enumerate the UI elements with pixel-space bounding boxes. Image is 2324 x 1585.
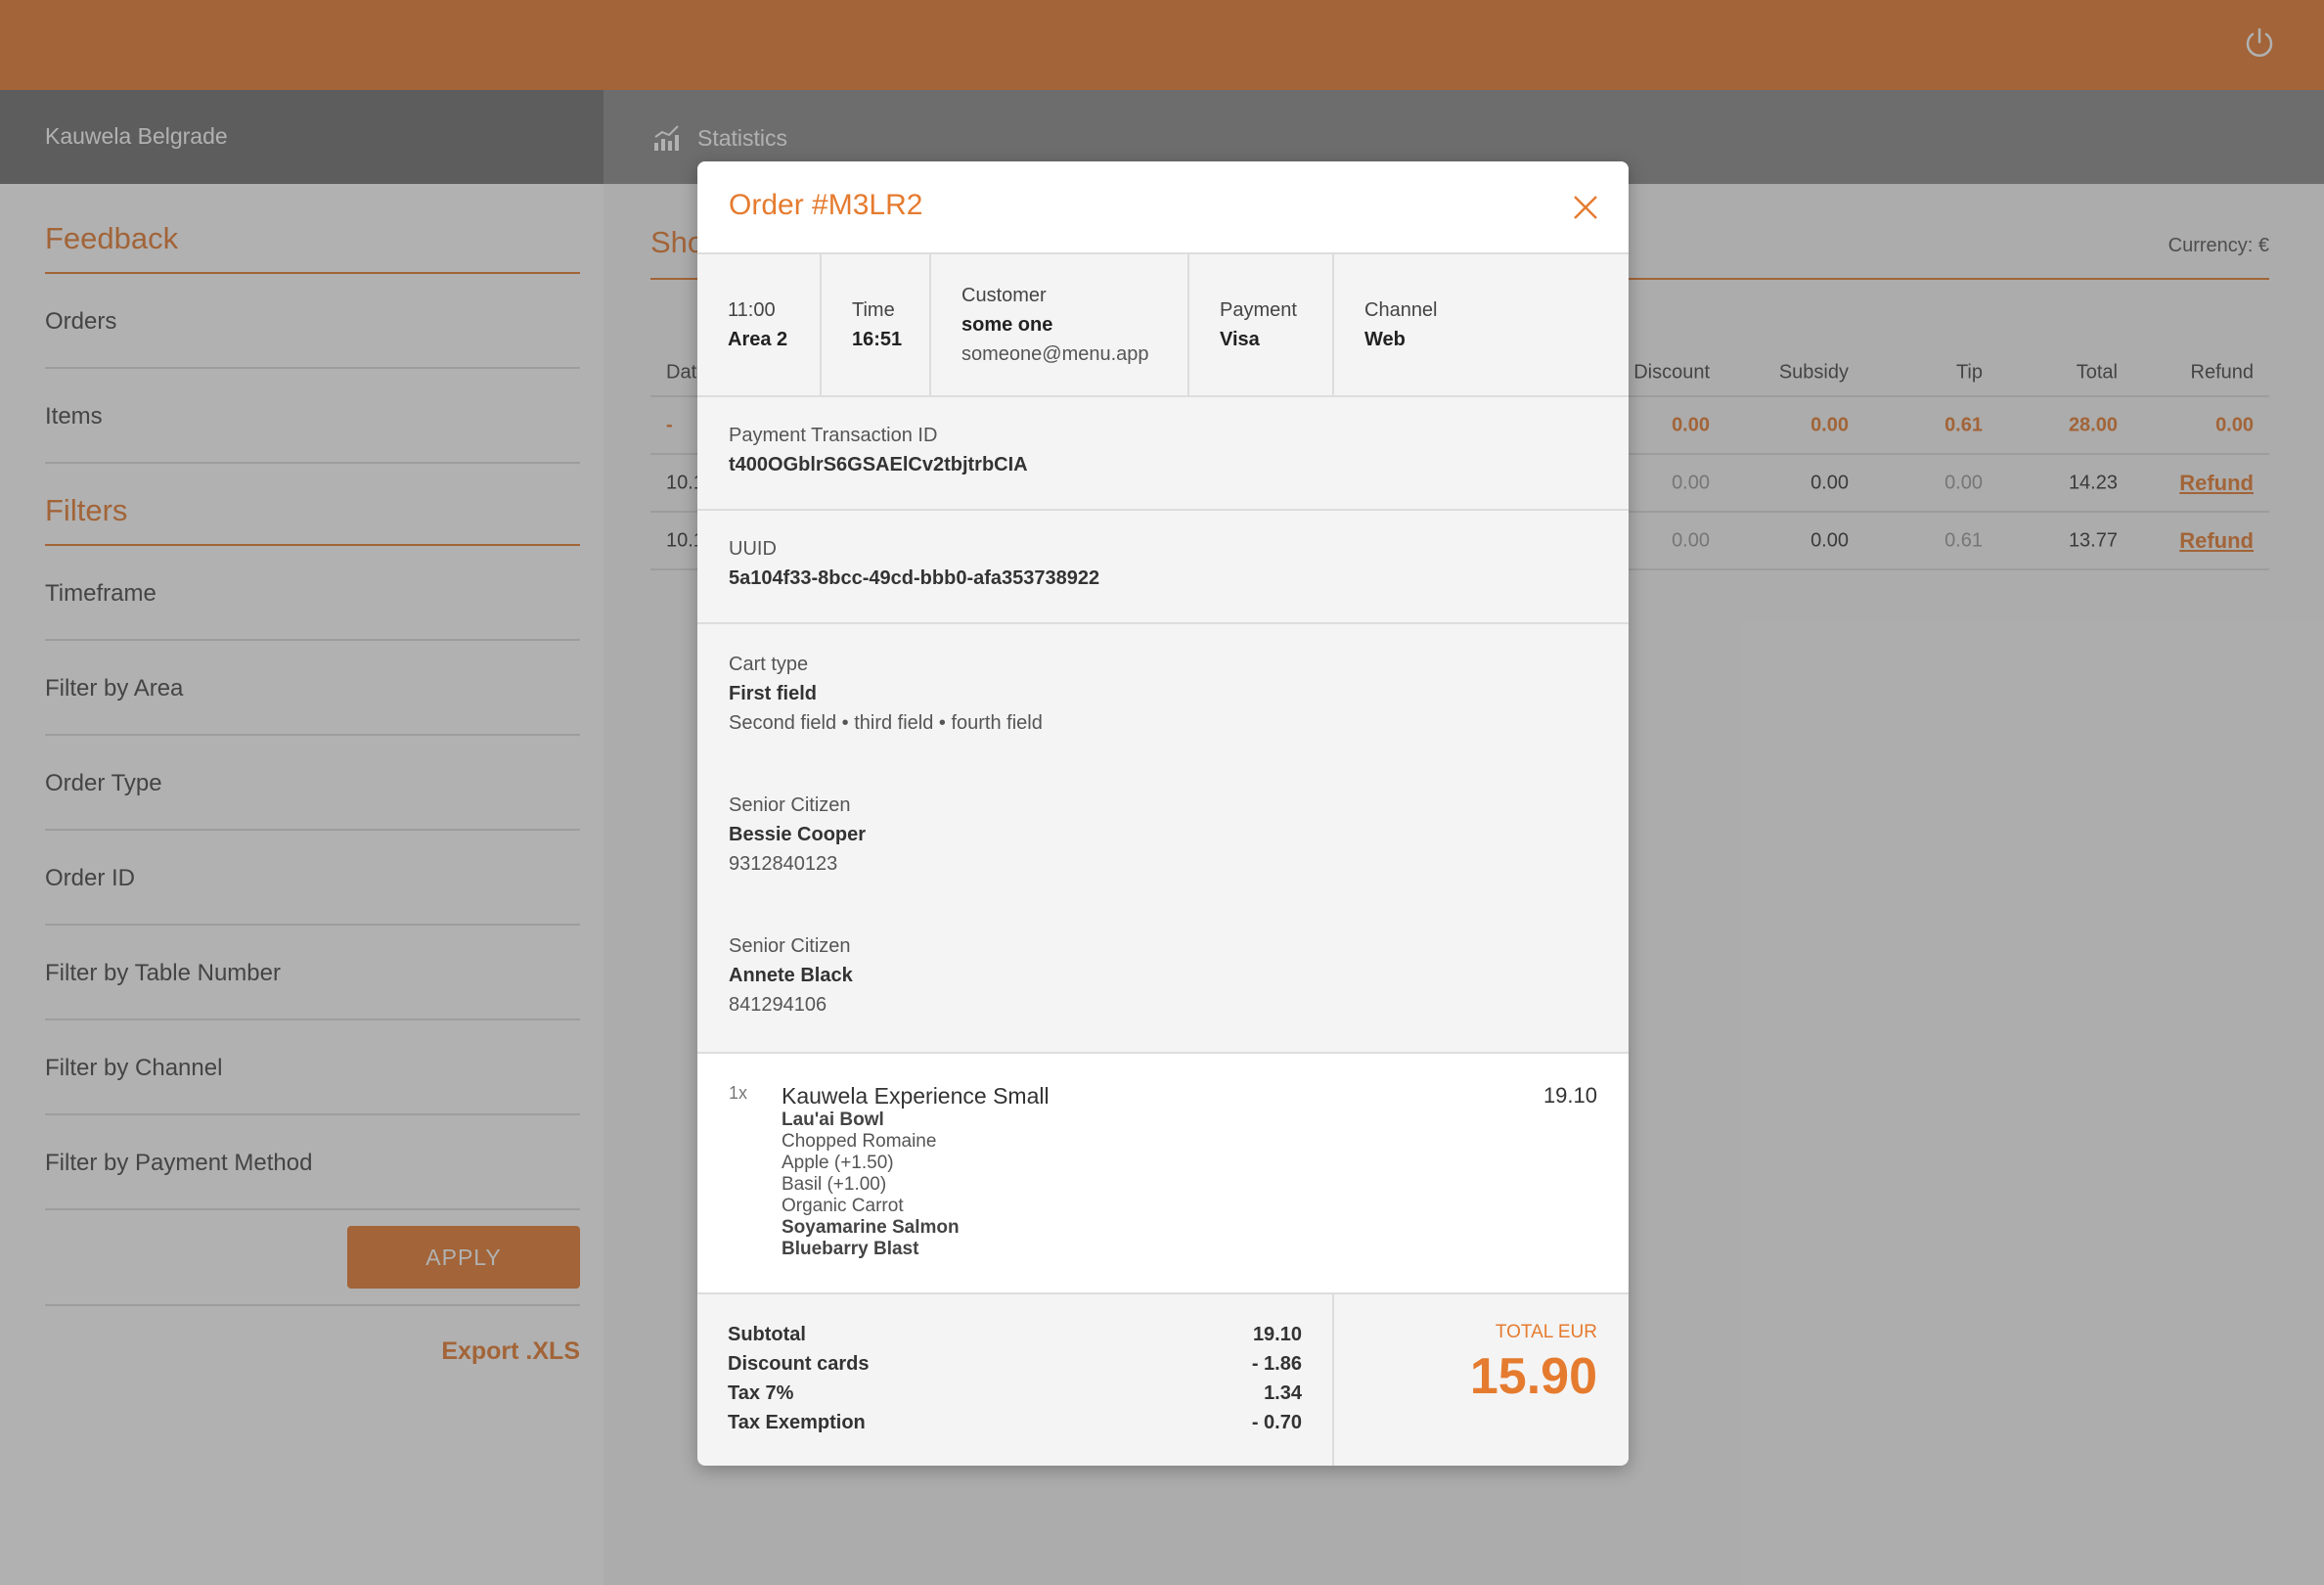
tax-line: Tax 7% 1.34 [728,1379,1302,1408]
time-value: 16:51 [852,329,903,350]
cart-other-fields: Second field • third field • fourth fiel… [729,712,1043,734]
total-value: 15.90 [1469,1348,1597,1405]
item-modifier: Lau'ai Bowl [782,1110,884,1130]
discount-line: Discount cards - 1.86 [728,1349,1302,1379]
subtotal-line: Subtotal 19.10 [728,1320,1302,1349]
info-payment: Payment Visa [1189,254,1334,395]
info-channel: Channel Web [1334,254,1629,395]
order-item: 1x 19.10 Kauwela Experience Small Lau'ai… [697,1054,1629,1294]
customer-email: someone@menu.app [961,343,1149,365]
cart-type-label: Cart type [729,654,809,675]
cart-block: Cart type First field Second field • thi… [697,624,1629,1054]
senior-id: 841294106 [729,994,827,1016]
info-time: Time 16:51 [822,254,931,395]
item-modifier: Basil (+1.00) [782,1174,887,1195]
modal-title: Order #M3LR2 [729,189,923,221]
senior-label: Senior Citizen [729,935,851,957]
item-modifier: Soyamarine Salmon [782,1217,960,1238]
subtotal-label: Subtotal [728,1324,806,1345]
info-customer: Customer some one someone@menu.app [931,254,1189,395]
item-modifier: Organic Carrot [782,1196,904,1216]
customer-label: Customer [961,285,1047,306]
senior-name: Bessie Cooper [729,824,867,845]
time-slot: 11:00 [728,299,776,321]
order-info-row: 11:00 Area 2 Time 16:51 Customer some on… [697,254,1629,397]
customer-name: some one [961,314,1053,336]
channel-label: Channel [1364,299,1438,321]
channel-value: Web [1364,329,1406,350]
tax-exemption-label: Tax Exemption [728,1412,866,1433]
tax-value: 1.34 [1264,1382,1302,1404]
transaction-block: Payment Transaction ID t400OGblrS6GSAElC… [697,397,1629,511]
grand-total: TOTAL EUR 15.90 [1334,1294,1629,1466]
tax-label: Tax 7% [728,1382,794,1404]
time-label: Time [852,299,895,321]
totals-breakdown: Subtotal 19.10 Discount cards - 1.86 Tax… [697,1294,1334,1466]
senior-label: Senior Citizen [729,794,851,816]
payment-label: Payment [1220,299,1297,321]
area-value: Area 2 [728,329,788,350]
uuid-block: UUID 5a104f33-8bcc-49cd-bbb0-afa35373892… [697,511,1629,624]
item-modifier: Bluebarry Blast [782,1239,919,1259]
item-name: Kauwela Experience Small [782,1083,1050,1109]
item-price: 19.10 [1542,1083,1597,1108]
item-modifier: Chopped Romaine [782,1131,937,1152]
cart-type-group: Cart type First field Second field • thi… [729,650,1597,738]
senior-id: 9312840123 [729,853,838,875]
cart-first-field: First field [729,683,818,704]
close-icon[interactable] [1572,194,1599,221]
payment-value: Visa [1220,329,1260,350]
tax-exemption-value: - 0.70 [1251,1412,1302,1433]
modal-header: Order #M3LR2 [697,161,1629,254]
discount-value: - 1.86 [1251,1353,1302,1375]
info-area: 11:00 Area 2 [697,254,822,395]
senior-name: Annete Black [729,965,853,986]
uuid-label: UUID [729,538,777,560]
discount-label: Discount cards [728,1353,870,1375]
tax-exemption-line: Tax Exemption - 0.70 [728,1408,1302,1437]
senior-citizen-group: Senior Citizen Bessie Cooper 9312840123 [729,791,1597,879]
subtotal-value: 19.10 [1252,1324,1302,1345]
total-label: TOTAL EUR [1495,1322,1597,1342]
item-modifier: Apple (+1.50) [782,1153,894,1173]
order-modal: Order #M3LR2 11:00 Area 2 Time 16:51 Cus… [697,161,1629,1466]
senior-citizen-group: Senior Citizen Annete Black 841294106 [729,931,1597,1019]
transaction-label: Payment Transaction ID [729,425,938,446]
uuid-value: 5a104f33-8bcc-49cd-bbb0-afa353738922 [729,567,1100,589]
totals-section: Subtotal 19.10 Discount cards - 1.86 Tax… [697,1294,1629,1466]
item-quantity: 1x [729,1083,748,1103]
transaction-id: t400OGblrS6GSAElCv2tbjtrbCIA [729,454,1028,476]
